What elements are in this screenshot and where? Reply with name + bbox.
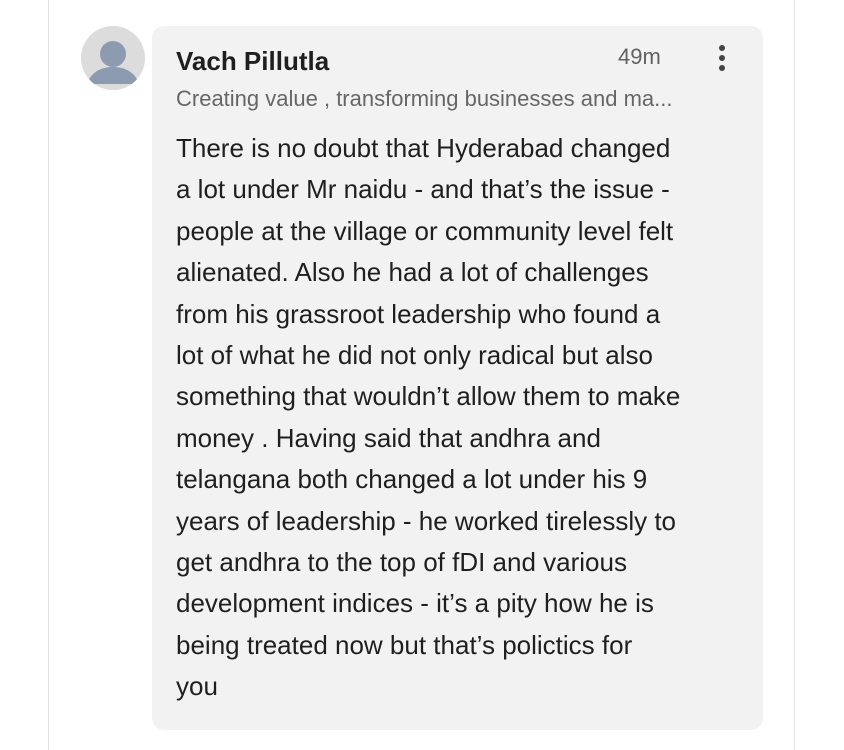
- comment-text-line: alienated. Also he had a lot of challeng…: [176, 257, 649, 288]
- comment-text-line: telangana both changed a lot under his 9: [176, 464, 648, 495]
- comment-text-line: years of leadership - he worked tireless…: [176, 505, 677, 536]
- comment-text-line: a lot under Mr naidu - and that’s the is…: [176, 174, 670, 205]
- commenter-avatar[interactable]: [81, 26, 145, 90]
- comment-text-line: from his grassroot leadership who found …: [176, 298, 661, 329]
- default-person-avatar-icon: [81, 26, 145, 90]
- vertical-ellipsis-icon: [719, 45, 725, 71]
- comment-timestamp: 49m: [618, 44, 661, 69]
- cut-off-reaction-icon: [178, 744, 194, 750]
- comment-text-line: get andhra to the top of fDI and various: [176, 547, 627, 578]
- comment-author-name[interactable]: Vach Pillutla: [176, 46, 329, 77]
- feed-left-border: [48, 0, 49, 750]
- feed-right-border: [794, 0, 795, 750]
- comment-bubble: Vach Pillutla 49m Creating value , trans…: [152, 26, 763, 730]
- comment-text-line: you: [176, 671, 218, 702]
- comment-text-line: something that wouldn’t allow them to ma…: [176, 381, 681, 412]
- comment-text-line: development indices - it’s a pity how he…: [176, 588, 654, 619]
- comment-text-line: people at the village or community level…: [176, 215, 674, 246]
- comment-text: There is no doubt that Hyderabad changed…: [176, 128, 756, 708]
- comment-text-line: There is no doubt that Hyderabad changed: [176, 133, 671, 163]
- more-options-button[interactable]: [708, 40, 736, 76]
- comment-text-line: being treated now but that’s polictics f…: [176, 629, 633, 660]
- comment-text-line: lot of what he did not only radical but …: [176, 340, 653, 371]
- commenter-headline: Creating value , transforming businesses…: [176, 86, 673, 111]
- comment-text-line: money . Having said that andhra and: [176, 422, 601, 453]
